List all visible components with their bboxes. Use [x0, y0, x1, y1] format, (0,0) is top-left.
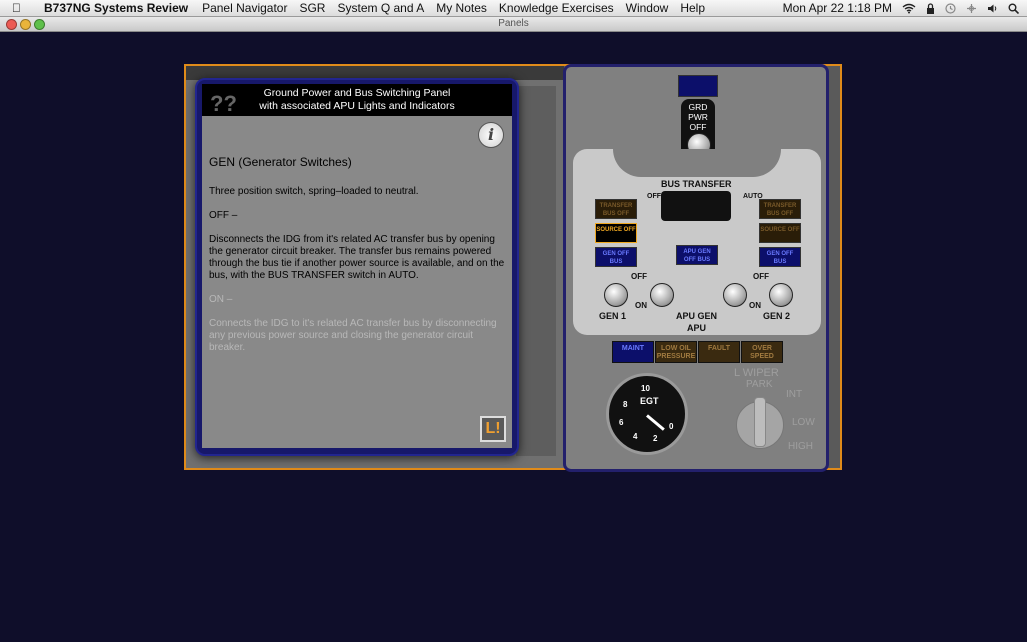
- gen1-off-label: OFF: [631, 272, 647, 281]
- apu-egt-gauge: EGT 10 8 6 4 2 0: [606, 373, 688, 455]
- menu-help[interactable]: Help: [674, 1, 711, 15]
- grd-label: GRD: [688, 102, 708, 112]
- transfer-bus-off-lamp-2: TRANSFER BUS OFF: [759, 199, 801, 219]
- egt-tick-8: 8: [623, 400, 628, 409]
- time-machine-icon[interactable]: [945, 2, 956, 14]
- gen-1-label: GEN 1: [599, 311, 627, 321]
- popup-title-line2: with associated APU Lights and Indicator…: [259, 100, 455, 112]
- apu-maint-light: MAINT: [612, 341, 654, 363]
- menu-panel-navigator[interactable]: Panel Navigator: [196, 1, 293, 15]
- egt-label: EGT: [640, 396, 659, 406]
- bus-transfer-switch[interactable]: [661, 191, 731, 221]
- popup-on-text: Connects the IDG to it's related AC tran…: [209, 318, 497, 353]
- egt-needle: [646, 414, 665, 431]
- menu-knowledge-exercises[interactable]: Knowledge Exercises: [493, 1, 620, 15]
- source-off-lamp-2: SOURCE OFF: [759, 223, 801, 243]
- apu-overspeed-light: OVER SPEED: [741, 341, 783, 363]
- apu-label: APU: [687, 323, 707, 333]
- bluetooth-icon[interactable]: [966, 3, 977, 14]
- popup-off-label: OFF –: [209, 210, 238, 221]
- gen-2-label: GEN 2: [763, 311, 791, 321]
- menu-list: B737NG Systems Review Panel Navigator SG…: [38, 1, 711, 15]
- gen-off-bus-lamp-2: GEN OFF BUS: [759, 247, 801, 267]
- apu-gen-off-bus-lamp: APU GEN OFF BUS: [676, 245, 718, 265]
- apu-low-oil-pressure-light: LOW OIL PRESSURE: [655, 341, 697, 363]
- popup-on-label: ON –: [209, 294, 233, 305]
- source-off-lamp-1: SOURCE OFF: [595, 223, 637, 243]
- gen2-on-label: ON: [749, 301, 761, 310]
- background-panel-column: [516, 86, 556, 456]
- apple-menu-icon[interactable]: : [12, 1, 21, 15]
- gen2-off-label: OFF: [753, 272, 769, 281]
- bus-transfer-off-label: OFF: [647, 193, 661, 200]
- menu-status-area: Mon Apr 22 1:18 PM: [783, 1, 1019, 15]
- bus-transfer-label: BUS TRANSFER: [661, 179, 732, 189]
- clock[interactable]: Mon Apr 22 1:18 PM: [783, 1, 892, 15]
- menu-my-notes[interactable]: My Notes: [430, 1, 493, 15]
- bus-switch-plate: BUS TRANSFER OFF AUTO TRANSFER BUS OFF S…: [573, 149, 821, 335]
- pwr-label: PWR: [688, 112, 708, 122]
- info-popup: ?? Ground Power and Bus Switching Panel …: [195, 78, 519, 456]
- menu-bar:  B737NG Systems Review Panel Navigator …: [0, 0, 1027, 17]
- plate-arch: [613, 149, 781, 177]
- spotlight-search-icon[interactable]: [1008, 3, 1019, 14]
- apu-gen-switch-1[interactable]: [650, 283, 674, 307]
- popup-paragraph-1: Three position switch, spring–loaded to …: [209, 186, 419, 197]
- popup-body: i GEN (Generator Switches) Three positio…: [202, 116, 512, 448]
- menu-system-q-and-a[interactable]: System Q and A: [331, 1, 430, 15]
- question-icon: ??: [210, 91, 237, 116]
- wiper-knob-pointer[interactable]: [754, 397, 766, 447]
- egt-tick-10: 10: [641, 384, 650, 393]
- popup-header: ?? Ground Power and Bus Switching Panel …: [202, 84, 512, 116]
- wiper-low-label: LOW: [792, 417, 815, 428]
- gen-off-bus-lamp-1: GEN OFF BUS: [595, 247, 637, 267]
- egt-tick-4: 4: [633, 432, 638, 441]
- apu-fault-light: FAULT: [698, 341, 740, 363]
- egt-tick-2: 2: [653, 434, 658, 443]
- gen-2-switch[interactable]: [769, 283, 793, 307]
- volume-icon[interactable]: [987, 3, 998, 14]
- menu-window[interactable]: Window: [620, 1, 675, 15]
- apu-gen-switch-2[interactable]: [723, 283, 747, 307]
- popup-heading: GEN (Generator Switches): [209, 155, 352, 169]
- wiper-park-label: PARK: [746, 379, 773, 390]
- transfer-bus-off-lamp-1: TRANSFER BUS OFF: [595, 199, 637, 219]
- egt-tick-6: 6: [619, 418, 624, 427]
- window-title: Panels: [498, 18, 529, 29]
- grd-off-label: OFF: [689, 122, 707, 132]
- ground-power-available-lamp: [678, 75, 718, 97]
- apu-gen-label: APU GEN: [676, 311, 718, 321]
- wiper-int-label: INT: [786, 389, 803, 400]
- gen-1-switch[interactable]: [604, 283, 628, 307]
- l-wiper-label: L WIPER: [734, 367, 779, 379]
- popup-off-text: Disconnects the IDG from it's related AC…: [209, 234, 505, 281]
- lock-icon[interactable]: [926, 2, 935, 14]
- launch-button[interactable]: L!: [480, 416, 506, 442]
- l-wiper-control: L WIPER PARK INT LOW HIGH: [726, 367, 826, 457]
- window-title-bar: Panels: [0, 17, 1027, 32]
- popup-title-line1: Ground Power and Bus Switching Panel: [263, 87, 451, 99]
- gen1-on-label: ON: [635, 301, 647, 310]
- bus-transfer-auto-label: AUTO: [743, 193, 763, 200]
- wifi-icon[interactable]: [902, 3, 916, 14]
- info-icon[interactable]: i: [478, 122, 504, 148]
- egt-tick-0: 0: [669, 422, 674, 431]
- popup-text: GEN (Generator Switches) Three position …: [209, 156, 505, 366]
- ground-power-panel: GRD PWR OFF ON BUS TRANSFER OFF AUTO TRA…: [563, 64, 829, 472]
- menu-sgr[interactable]: SGR: [293, 1, 331, 15]
- wiper-high-label: HIGH: [788, 441, 813, 452]
- menu-app-name[interactable]: B737NG Systems Review: [38, 1, 196, 15]
